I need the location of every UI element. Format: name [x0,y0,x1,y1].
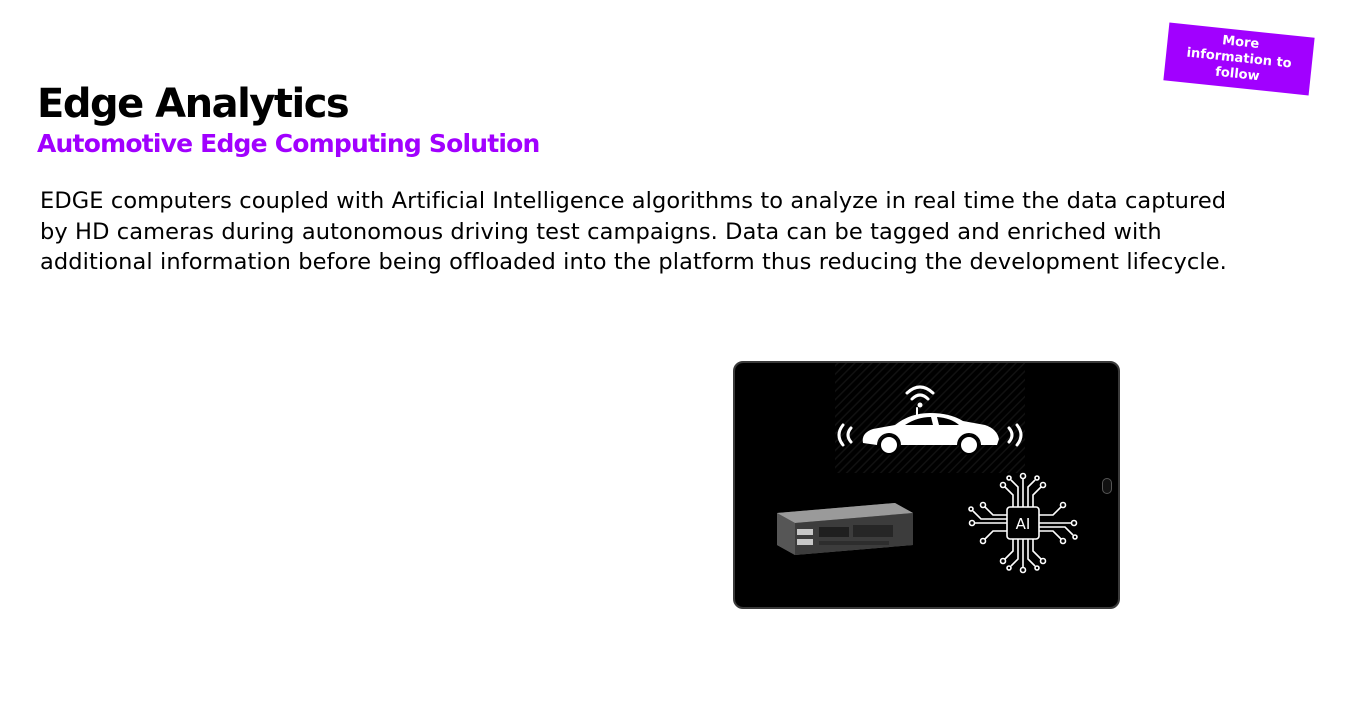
slide-body-text: EDGE computers coupled with Artificial I… [40,188,1227,275]
ai-chip-label: AI [1016,515,1031,533]
tablet-illustration: AI [733,361,1120,609]
slide-title: Edge Analytics [37,81,350,127]
badge-label: More information to follow [1185,33,1293,85]
tablet-screen: AI [735,363,1118,607]
more-info-badge: More information to follow [1163,22,1315,96]
slide-subtitle: Automotive Edge Computing Solution [37,129,540,158]
tablet-camera-button [1102,478,1112,494]
